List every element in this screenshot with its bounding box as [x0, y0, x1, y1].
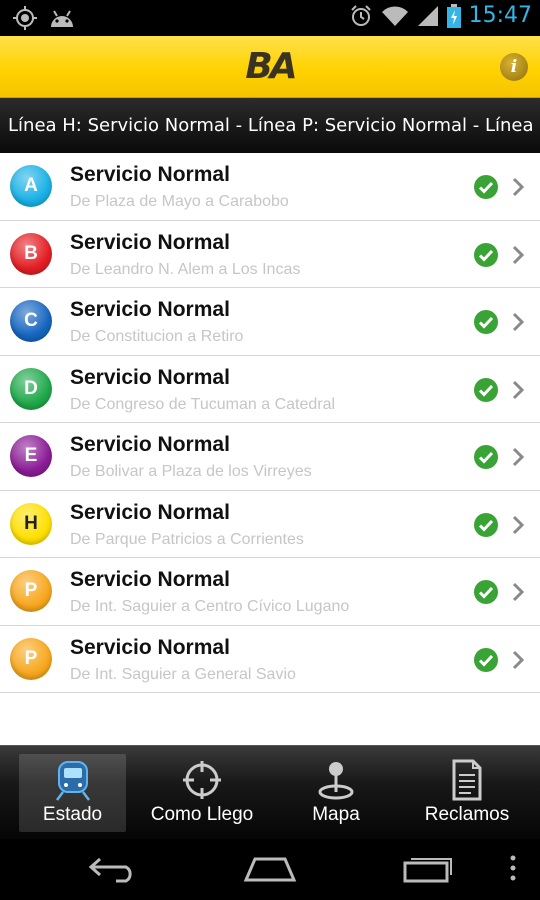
line-status: Servicio Normal: [70, 433, 230, 456]
line-status: Servicio Normal: [70, 500, 230, 524]
line-row[interactable]: E Servicio Normal De Bolivar a Plaza de lo…: [0, 423, 540, 491]
chevron-right-icon: [512, 582, 524, 602]
line-badge: H: [10, 502, 52, 545]
clock: 15:47: [468, 3, 532, 28]
line-status: Servicio Normal: [70, 568, 230, 591]
check-circle-icon: [474, 175, 498, 199]
info-button[interactable]: i: [500, 53, 528, 81]
train-icon: [55, 761, 90, 801]
status-ticker: Línea H: Servicio Normal - Línea P: Serv…: [0, 98, 540, 153]
recent-apps-icon[interactable]: [403, 853, 455, 883]
line-badge: C: [10, 300, 52, 342]
line-row[interactable]: P Servicio Normal De Int. Saguier a Centro…: [0, 558, 540, 626]
line-badge: P: [10, 570, 52, 612]
tab-reclamos[interactable]: Reclamos: [413, 754, 521, 832]
line-badge: B: [10, 232, 52, 275]
battery-icon: [446, 3, 461, 28]
home-icon[interactable]: [243, 853, 297, 883]
alarm-icon: [350, 4, 371, 26]
line-route: De Parque Patricios a Corrientes: [70, 530, 304, 548]
check-circle-icon: [474, 242, 498, 267]
check-circle-icon: [474, 647, 498, 672]
line-row[interactable]: B Servicio Normal De Leandro N. Alem a Los…: [0, 220, 540, 288]
tab-label: Mapa: [312, 804, 360, 825]
map-pin-icon: [318, 762, 354, 800]
line-status: Servicio Normal: [70, 298, 230, 321]
line-row[interactable]: A Servicio Normal De Plaza de Mayo a Carab…: [0, 153, 540, 221]
line-status: Servicio Normal: [70, 365, 230, 389]
bottom-tab-bar: Estado Como Llego Mapa Reclamos: [0, 745, 540, 839]
gps-icon: [13, 6, 37, 30]
line-route: De Congreso de Tucuman a Catedral: [70, 395, 336, 413]
chevron-right-icon: [512, 245, 524, 264]
crosshair-icon: [183, 761, 221, 799]
ticker-text: Línea H: Servicio Normal - Línea P: Serv…: [8, 115, 540, 136]
overflow-menu-icon[interactable]: [508, 853, 518, 883]
line-badge: E: [10, 435, 52, 477]
system-nav-bar: [0, 839, 540, 900]
tab-label: Como Llego: [150, 804, 254, 825]
document-icon: [452, 759, 482, 801]
check-circle-icon: [474, 512, 498, 537]
line-route: De Int. Saguier a Centro Cívico Lugano: [70, 598, 350, 615]
check-circle-icon: [474, 580, 498, 604]
tab-label: Estado: [42, 804, 103, 825]
check-circle-icon: [474, 310, 498, 334]
signal-icon: [417, 5, 438, 26]
status-bar: 15:47: [0, 0, 540, 36]
chevron-right-icon: [512, 515, 524, 534]
android-icon: [51, 10, 73, 27]
line-route: De Int. Saguier a General Savio: [70, 665, 296, 683]
line-route: De Bolivar a Plaza de los Virreyes: [70, 463, 312, 480]
check-circle-icon: [474, 445, 498, 469]
chevron-right-icon: [512, 177, 524, 197]
check-circle-icon: [474, 377, 498, 402]
ba-logo: BA: [245, 46, 297, 87]
line-route: De Plaza de Mayo a Carabobo: [70, 193, 289, 210]
tab-como-llego[interactable]: Como Llego: [140, 754, 264, 832]
back-icon[interactable]: [88, 853, 138, 883]
line-route: De Constitucion a Retiro: [70, 328, 244, 345]
line-row[interactable]: D Servicio Normal De Congreso de Tucuman a…: [0, 355, 540, 423]
chevron-right-icon: [512, 380, 524, 399]
tab-label: Reclamos: [424, 804, 510, 825]
line-route: De Leandro N. Alem a Los Incas: [70, 260, 301, 278]
line-row[interactable]: P Servicio Normal De Int. Saguier a Genera…: [0, 625, 540, 693]
line-row[interactable]: C Servicio Normal De Constitucion a Retiro: [0, 288, 540, 356]
line-badge: D: [10, 367, 52, 410]
line-badge: A: [10, 165, 52, 207]
line-status: Servicio Normal: [70, 163, 230, 186]
line-status: Servicio Normal: [70, 230, 230, 254]
chevron-right-icon: [512, 447, 524, 467]
app-header: BA i: [0, 36, 540, 98]
tab-mapa[interactable]: Mapa: [289, 754, 383, 832]
subway-lines-list: A Servicio Normal De Plaza de Mayo a Carab…: [0, 153, 540, 745]
wifi-icon: [381, 5, 408, 26]
chevron-right-icon: [512, 312, 524, 332]
chevron-right-icon: [512, 650, 524, 669]
line-row[interactable]: H Servicio Normal De Parque Patricios a Co…: [0, 490, 540, 558]
line-status: Servicio Normal: [70, 635, 230, 659]
line-badge: P: [10, 637, 52, 680]
tab-estado[interactable]: Estado: [19, 754, 126, 832]
